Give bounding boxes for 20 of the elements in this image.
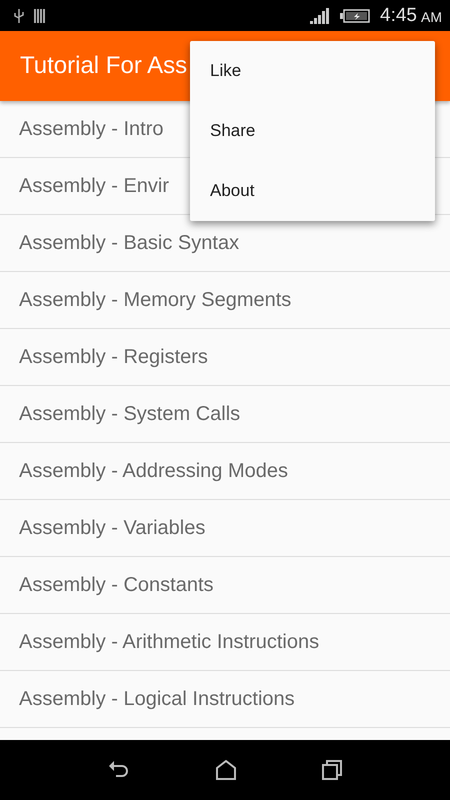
barcode-icon (34, 8, 46, 22)
clock-time: 4:45 (380, 4, 417, 26)
usb-icon (14, 8, 24, 22)
lesson-item[interactable]: Assembly - Registers (0, 329, 450, 386)
lesson-item[interactable]: Assembly - Logical Instructions (0, 671, 450, 728)
app-title: Tutorial For Ass (20, 52, 188, 80)
home-icon[interactable] (216, 760, 236, 780)
signal-icon (310, 8, 330, 24)
lesson-item[interactable]: Assembly - Addressing Modes (0, 443, 450, 500)
clock-meridiem: AM (421, 9, 442, 25)
lesson-item[interactable]: Assembly - Memory Segments (0, 272, 450, 329)
back-icon[interactable] (108, 760, 130, 780)
lesson-item[interactable]: Assembly - System Calls (0, 386, 450, 443)
menu-item[interactable]: Share (190, 101, 435, 161)
battery-icon (340, 8, 370, 22)
lesson-item[interactable]: Assembly - Arithmetic Instructions (0, 614, 450, 671)
lesson-item[interactable]: Assembly - Variables (0, 500, 450, 557)
recent-apps-icon[interactable] (322, 760, 342, 780)
menu-item[interactable]: Like (190, 41, 435, 101)
lesson-item[interactable]: Assembly - Constants (0, 557, 450, 614)
